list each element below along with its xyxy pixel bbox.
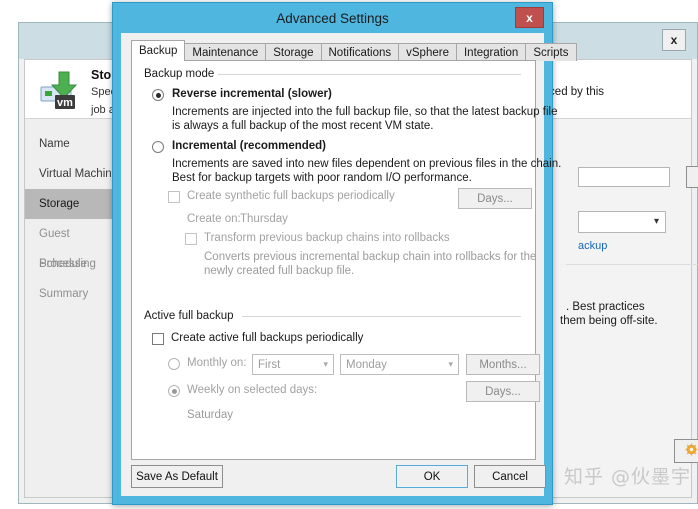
tab-bar: Backup Maintenance Storage Notifications… <box>131 40 577 61</box>
cancel-button[interactable]: Cancel <box>474 465 546 488</box>
chevron-down-icon: ▾ <box>653 216 659 227</box>
radio-weekly-on-selected-days[interactable] <box>168 385 180 397</box>
checkbox-create-synthetic-full-label: Create synthetic full backups periodical… <box>187 190 395 202</box>
radio-incremental[interactable] <box>152 141 164 153</box>
backup-mode-group-label: Backup mode <box>144 68 221 80</box>
tab-notifications[interactable]: Notifications <box>320 43 400 61</box>
radio-monthly-on[interactable] <box>168 358 180 370</box>
sidebar-item-virtual-machines[interactable]: Virtual Machines <box>25 159 124 189</box>
dialog-close-button[interactable]: x <box>515 7 544 28</box>
checkbox-create-synthetic-full[interactable] <box>168 191 180 203</box>
backup-mode-group-rule <box>218 74 521 75</box>
sidebar-item-schedule[interactable]: Schedule <box>25 249 124 279</box>
choose-button[interactable]: Choose... <box>686 166 698 188</box>
chevron-down-icon: ▾ <box>323 359 328 369</box>
active-full-backup-group-label: Active full backup <box>144 310 240 322</box>
storage-vm-icon: vm <box>39 70 83 110</box>
monthly-ordinal-select[interactable]: First ▾ <box>252 354 334 375</box>
monthly-weekday-value: Monday <box>346 358 387 371</box>
weekly-days-button[interactable]: Days... <box>466 381 540 402</box>
weekly-days-value: Saturday <box>187 409 234 421</box>
radio-monthly-on-label: Monthly on: <box>187 357 247 369</box>
monthly-weekday-select[interactable]: Monday ▾ <box>340 354 459 375</box>
best-practices-note-line2: them being off-site. <box>560 315 658 327</box>
backup-tab-panel: Backup mode Reverse incremental (slower)… <box>131 60 561 460</box>
radio-reverse-incremental-label: Reverse incremental (slower) <box>172 88 332 100</box>
months-button[interactable]: Months... <box>466 354 540 375</box>
chevron-down-icon: ▾ <box>448 359 453 369</box>
sidebar-item-name[interactable]: Name <box>25 129 124 159</box>
tab-backup[interactable]: Backup <box>131 40 186 61</box>
tab-storage[interactable]: Storage <box>265 43 322 61</box>
active-full-backup-group-rule <box>242 316 521 317</box>
tab-vsphere[interactable]: vSphere <box>398 43 457 61</box>
wizard-close-button[interactable]: x <box>662 29 686 51</box>
radio-weekly-on-selected-days-label: Weekly on selected days: <box>187 384 318 396</box>
dialog-title: Advanced Settings <box>276 10 389 26</box>
reverse-incremental-desc-line2: is always a full backup of the most rece… <box>172 120 434 132</box>
screen: x vm Storage Specify job and <box>0 0 698 509</box>
advanced-settings-dialog: Advanced Settings x Backup Maintenance S… <box>112 2 577 505</box>
tab-maintenance[interactable]: Maintenance <box>184 43 267 61</box>
checkbox-create-active-full-label: Create active full backups periodically <box>171 332 364 344</box>
create-on-label: Create on: <box>187 213 241 225</box>
wizard-nav: Name Virtual Machines Storage Guest Proc… <box>25 119 125 497</box>
sidebar-item-guest-processing[interactable]: Guest Processing <box>25 219 124 270</box>
monthly-ordinal-value: First <box>258 358 281 371</box>
ok-button[interactable]: OK <box>396 465 468 488</box>
radio-incremental-label: Incremental (recommended) <box>172 140 327 152</box>
radio-reverse-incremental[interactable] <box>152 89 164 101</box>
transform-desc-line2: newly created full backup file. <box>204 265 355 277</box>
watermark: 知乎 @伙墨宇 <box>563 466 691 488</box>
checkbox-transform-rollbacks[interactable] <box>185 233 197 245</box>
dialog-titlebar: Advanced Settings x <box>113 3 552 33</box>
checkbox-transform-rollbacks-label: Transform previous backup chains into ro… <box>204 232 450 244</box>
advanced-button[interactable]: Advanced <box>674 439 698 463</box>
sidebar-item-summary[interactable]: Summary <box>25 279 124 309</box>
retention-combo[interactable]: ▾ <box>578 211 666 233</box>
gear-icon <box>685 443 698 459</box>
incremental-desc-line2: Best for backup targets with poor random… <box>172 172 472 184</box>
svg-text:vm: vm <box>57 97 73 109</box>
save-as-default-button[interactable]: Save As Default <box>131 465 223 488</box>
create-on-value: Thursday <box>240 213 288 225</box>
tab-scripts[interactable]: Scripts <box>525 43 577 61</box>
synthetic-days-button[interactable]: Days... <box>458 188 532 209</box>
tab-integration[interactable]: Integration <box>455 43 527 61</box>
dialog-body: Backup Maintenance Storage Notifications… <box>121 33 577 496</box>
sidebar-item-storage[interactable]: Storage <box>25 189 124 219</box>
checkbox-create-active-full[interactable] <box>152 333 164 345</box>
